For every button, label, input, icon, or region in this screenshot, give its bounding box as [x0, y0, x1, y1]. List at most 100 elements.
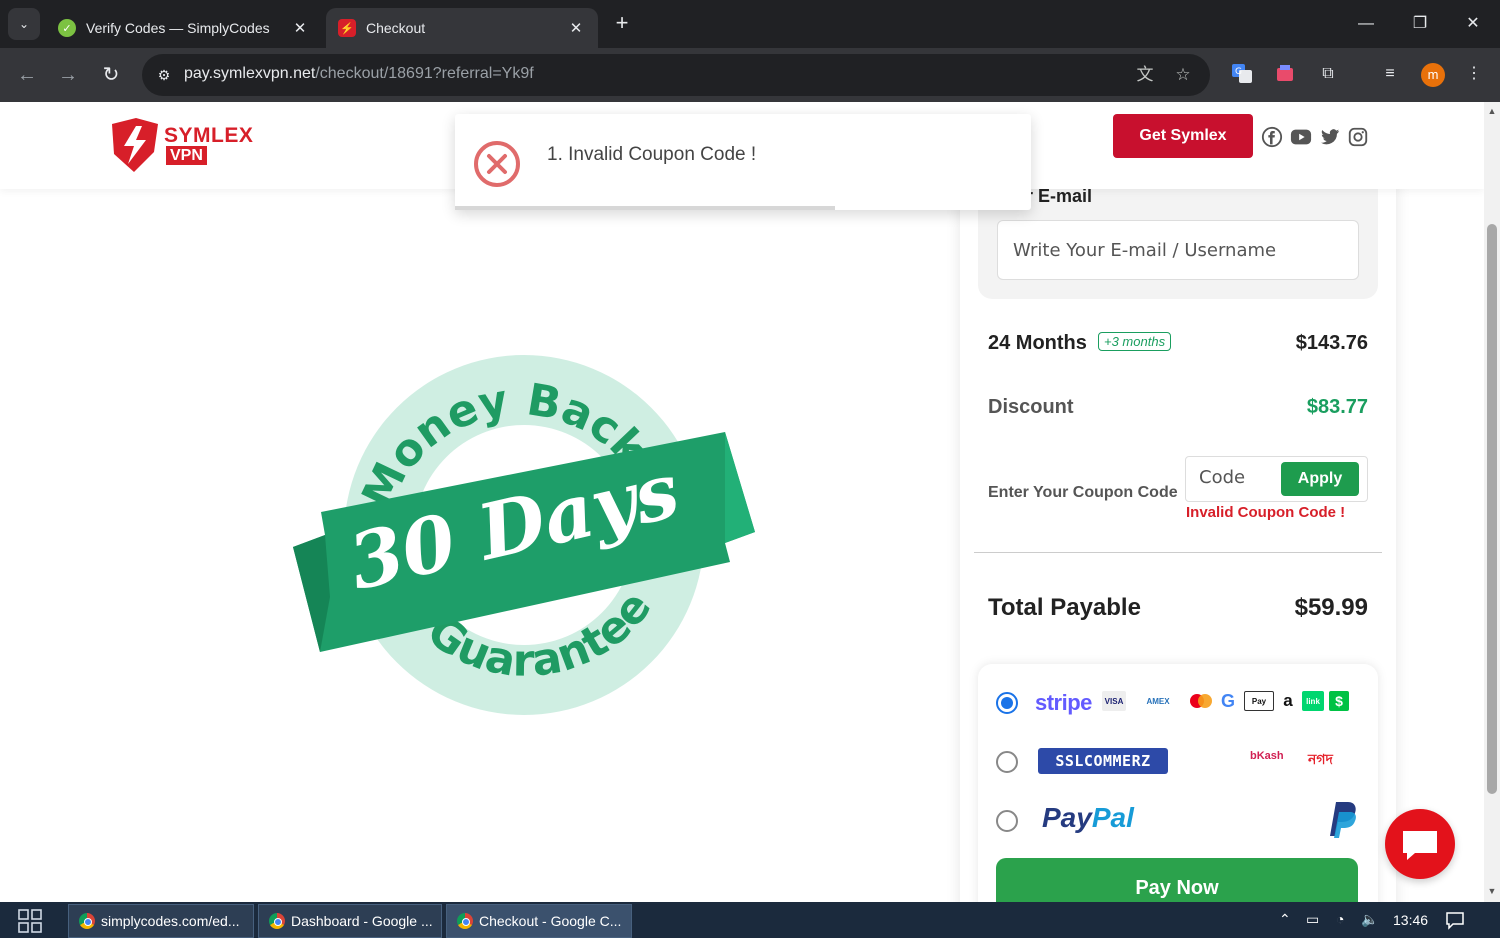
extensions-puzzle-icon[interactable]: ⧉	[1316, 62, 1340, 86]
taskbar-item-simplycodes[interactable]: simplycodes.com/ed...	[68, 904, 254, 938]
media-control-icon[interactable]: ≡	[1378, 62, 1402, 86]
sslcommerz-radio[interactable]	[996, 751, 1018, 773]
url-text[interactable]: pay.symlexvpn.net/checkout/18691?referra…	[184, 65, 534, 83]
sslcommerz-logo: SSLCOMMERZ	[1038, 748, 1168, 774]
network-icon[interactable]: ◔	[1336, 911, 1344, 927]
checkout-card: r E-mail Write Your E-mail / Username 24…	[960, 162, 1396, 902]
email-input[interactable]: Write Your E-mail / Username	[997, 220, 1359, 280]
taskbar-item-label: Checkout - Google C...	[479, 913, 622, 929]
extension-icon[interactable]	[1273, 62, 1297, 86]
toast-progress-bar	[455, 206, 836, 210]
link-icon: link	[1302, 691, 1324, 711]
pay-now-button[interactable]: Pay Now	[996, 858, 1358, 902]
close-tab-icon[interactable]: ✕	[290, 19, 310, 37]
discount-label: Discount	[988, 396, 1074, 418]
taskbar-item-checkout[interactable]: Checkout - Google C...	[446, 904, 632, 938]
stripe-radio[interactable]	[996, 692, 1018, 714]
chrome-icon	[79, 913, 95, 929]
reload-button[interactable]: ↻	[98, 62, 124, 88]
volume-icon[interactable]: 🔈	[1361, 911, 1378, 928]
address-bar[interactable]: ⚙ pay.symlexvpn.net/checkout/18691?refer…	[142, 54, 1210, 96]
browser-toolbar: ← → ↻ ⚙ pay.symlexvpn.net/checkout/18691…	[0, 48, 1500, 102]
notification-icon[interactable]	[1445, 910, 1465, 930]
tab-title: Checkout	[366, 20, 426, 36]
scroll-thumb[interactable]	[1487, 224, 1497, 794]
twitter-icon[interactable]	[1319, 126, 1341, 148]
browser-tabstrip: ⌄ ✓ Verify Codes — SimplyCodes ✕ ⚡ Check…	[0, 0, 1500, 48]
total-value: $59.99	[1294, 594, 1368, 621]
facebook-icon[interactable]	[1261, 126, 1283, 148]
nagad-logo: নগদ	[1308, 751, 1333, 767]
email-label: r E-mail	[1026, 186, 1093, 206]
menu-kebab-icon[interactable]: ⋮	[1462, 62, 1486, 86]
taskbar-clock[interactable]: 13:46	[1393, 912, 1428, 928]
card-logos: VISA AMEX G Pay a link $	[1102, 690, 1349, 712]
plan-bonus-badge: +3 months	[1098, 332, 1172, 351]
logo-vpn-badge: VPN	[166, 146, 207, 165]
taskbar-item-label: simplycodes.com/ed...	[101, 913, 240, 929]
instagram-icon[interactable]	[1347, 126, 1369, 148]
chrome-icon	[457, 913, 473, 929]
plan-label: 24 Months	[988, 332, 1087, 354]
visa-icon: VISA	[1102, 691, 1126, 711]
youtube-icon[interactable]	[1290, 126, 1312, 148]
new-tab-button[interactable]: +	[610, 12, 634, 36]
toast-message: 1. Invalid Coupon Code !	[547, 144, 757, 165]
plan-price: $143.76	[1295, 332, 1368, 354]
discount-value: $83.77	[1306, 396, 1368, 418]
close-window-button[interactable]: ✕	[1453, 10, 1493, 38]
translate-extension-icon[interactable]: G	[1230, 62, 1254, 86]
forward-button[interactable]: →	[55, 62, 81, 88]
battery-icon[interactable]: ▭	[1306, 911, 1319, 928]
translate-icon[interactable]: 文	[1134, 64, 1156, 86]
chat-bubble-icon	[1403, 831, 1437, 860]
tab-title: Verify Codes — SimplyCodes	[86, 20, 270, 36]
live-chat-button[interactable]	[1385, 809, 1455, 879]
symlex-shield-icon	[112, 118, 158, 172]
paypal-mark-icon	[1330, 802, 1356, 838]
stripe-logo: stripe	[1035, 690, 1092, 715]
task-view-icon[interactable]	[18, 909, 42, 933]
tray-chevron-icon[interactable]: ⌃	[1279, 911, 1291, 928]
page-viewport: SYMLEX VPN Get Symlex Money Back Guarant…	[0, 102, 1484, 902]
simplycodes-icon: ✓	[58, 19, 76, 37]
cash-app-icon: $	[1329, 691, 1349, 711]
total-label: Total Payable	[988, 594, 1141, 621]
payment-methods: stripe VISA AMEX G Pay a link $ SSLCOMME…	[978, 664, 1378, 902]
minimize-button[interactable]: —	[1346, 10, 1386, 38]
logo-wordmark: SYMLEX	[164, 124, 254, 147]
bkash-logo: bKash	[1250, 750, 1284, 762]
tab-search-button[interactable]: ⌄	[8, 8, 40, 40]
error-toast: 1. Invalid Coupon Code !	[455, 114, 1031, 210]
mastercard-icon	[1190, 694, 1212, 708]
tab-verify-codes[interactable]: ✓ Verify Codes — SimplyCodes ✕	[46, 8, 322, 48]
divider	[974, 552, 1382, 553]
error-circle-x-icon	[474, 141, 520, 187]
apple-pay-icon: Pay	[1244, 691, 1274, 711]
coupon-field: Code Apply	[1185, 456, 1368, 502]
coupon-input[interactable]: Code	[1199, 467, 1245, 488]
paypal-logo: PayPal	[1042, 802, 1134, 833]
symlex-logo[interactable]: SYMLEX VPN	[106, 116, 256, 176]
taskbar-item-label: Dashboard - Google ...	[291, 913, 433, 929]
apply-coupon-button[interactable]: Apply	[1281, 462, 1359, 496]
svg-text:G: G	[1235, 67, 1242, 77]
symlex-icon: ⚡	[338, 19, 356, 37]
back-button[interactable]: ←	[14, 62, 40, 88]
amazon-pay-icon: a	[1283, 691, 1293, 710]
get-symlex-button[interactable]: Get Symlex	[1113, 114, 1253, 158]
amex-icon: AMEX	[1131, 691, 1185, 711]
google-pay-icon: G	[1220, 690, 1235, 711]
bookmark-star-icon[interactable]: ☆	[1172, 64, 1194, 86]
site-info-icon[interactable]: ⚙	[152, 63, 176, 87]
close-tab-icon[interactable]: ✕	[566, 19, 586, 37]
paypal-radio[interactable]	[996, 810, 1018, 832]
page-scrollbar[interactable]: ▲ ▼	[1484, 102, 1500, 902]
scroll-up-arrow-icon[interactable]: ▲	[1487, 106, 1497, 116]
profile-avatar[interactable]: m	[1421, 63, 1445, 87]
tab-checkout[interactable]: ⚡ Checkout ✕	[326, 8, 598, 48]
taskbar-item-dashboard[interactable]: Dashboard - Google ...	[258, 904, 442, 938]
money-back-guarantee-badge: Money Back Guarantee 30 Days	[285, 347, 765, 727]
restore-button[interactable]: ❐	[1400, 10, 1440, 38]
scroll-down-arrow-icon[interactable]: ▼	[1487, 886, 1497, 896]
